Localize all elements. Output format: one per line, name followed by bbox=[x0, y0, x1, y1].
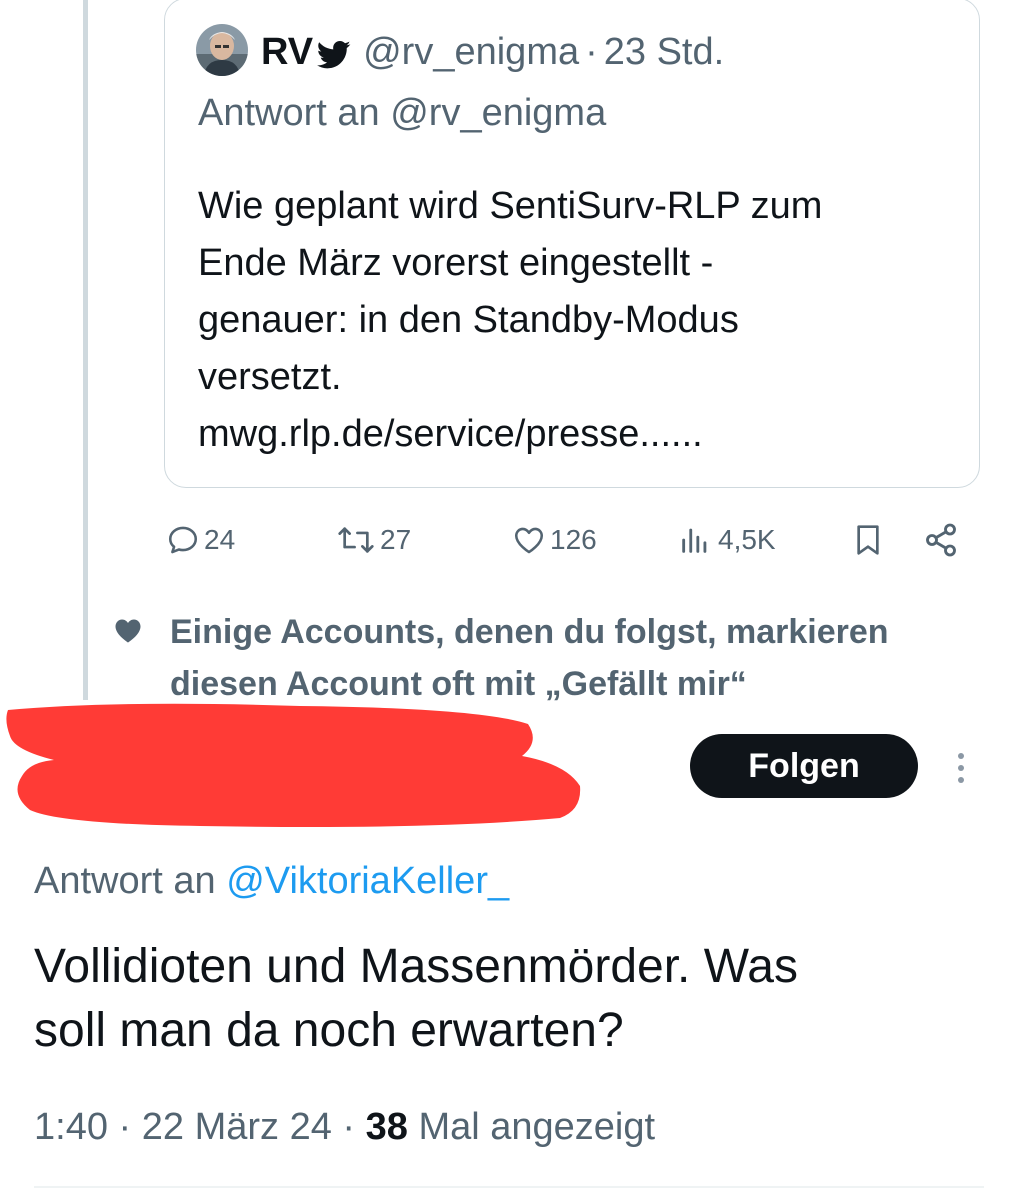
separator-dot: · bbox=[585, 30, 598, 73]
heart-icon bbox=[113, 616, 143, 649]
twitter-bird-icon bbox=[316, 37, 351, 69]
more-options-icon[interactable] bbox=[946, 748, 976, 788]
author-name[interactable]: RV bbox=[261, 31, 313, 74]
follow-button[interactable]: Folgen bbox=[690, 734, 918, 798]
view-label: Mal angezeigt bbox=[418, 1106, 656, 1148]
text-line: Ende März vorerst eingestellt - bbox=[198, 242, 714, 284]
quoted-reply-context: Antwort an @rv_enigma bbox=[198, 92, 606, 135]
bookmark-icon bbox=[852, 522, 884, 558]
reply-mention-link[interactable]: @ViktoriaKeller_ bbox=[226, 860, 509, 902]
share-icon bbox=[922, 522, 960, 558]
reply-prefix: Antwort an bbox=[34, 860, 216, 902]
like-count: 126 bbox=[550, 524, 597, 555]
views-button[interactable]: 4,5K bbox=[676, 510, 776, 570]
views-icon bbox=[676, 523, 714, 557]
tweet-time[interactable]: 23 Std. bbox=[604, 31, 724, 74]
like-button[interactable]: 126 bbox=[512, 510, 597, 570]
like-icon bbox=[512, 523, 546, 557]
separator-dot: · bbox=[342, 1106, 356, 1148]
tweet-metadata: 1:40 · 22 März 24 · 38 Mal angezeigt bbox=[34, 1106, 655, 1149]
reply-count: 24 bbox=[204, 524, 236, 555]
reply-button[interactable]: 24 bbox=[166, 510, 235, 570]
retweet-count: 27 bbox=[380, 524, 412, 555]
reply-mention[interactable]: @rv_enigma bbox=[390, 92, 606, 134]
separator-dot: · bbox=[118, 1106, 132, 1148]
reply-icon bbox=[166, 523, 200, 557]
quoted-tweet-header: RV @rv_enigma · 23 Std. bbox=[261, 26, 724, 78]
retweet-button[interactable]: 27 bbox=[336, 510, 411, 570]
bookmark-button[interactable] bbox=[852, 510, 884, 570]
action-bar: 24 27 126 4,5K bbox=[0, 510, 1014, 570]
text-line: soll man da noch erwarten? bbox=[34, 1004, 624, 1057]
reply-prefix: Antwort an bbox=[198, 92, 380, 134]
social-context-line: Einige Accounts, denen du folgst, markie… bbox=[170, 613, 889, 651]
text-line: versetzt. bbox=[198, 356, 342, 398]
link-text[interactable]: mwg.rlp.de/service/presse...... bbox=[198, 406, 958, 463]
retweet-icon bbox=[336, 523, 376, 557]
redaction-scribble bbox=[0, 698, 585, 834]
tweet-time[interactable]: 1:40 bbox=[34, 1106, 108, 1148]
quoted-tweet-text: Wie geplant wird SentiSurv-RLP zum Ende … bbox=[198, 178, 958, 463]
tweet-text: Vollidioten und Massenmörder. Was soll m… bbox=[34, 935, 984, 1063]
text-line: Vollidioten und Massenmörder. Was bbox=[34, 940, 798, 993]
text-line: genauer: in den Standby-Modus bbox=[198, 299, 739, 341]
view-count: 38 bbox=[365, 1106, 408, 1148]
reply-context: Antwort an @ViktoriaKeller_ bbox=[34, 860, 509, 903]
author-handle[interactable]: @rv_enigma bbox=[363, 31, 579, 74]
divider bbox=[34, 1186, 984, 1188]
text-line: Wie geplant wird SentiSurv-RLP zum bbox=[198, 185, 823, 227]
share-button[interactable] bbox=[922, 510, 960, 570]
views-count: 4,5K bbox=[718, 524, 776, 555]
social-context-text: Einige Accounts, denen du folgst, markie… bbox=[170, 606, 889, 710]
thread-connector-line bbox=[83, 0, 88, 700]
tweet-date[interactable]: 22 März 24 bbox=[142, 1106, 332, 1148]
avatar[interactable] bbox=[196, 24, 248, 76]
